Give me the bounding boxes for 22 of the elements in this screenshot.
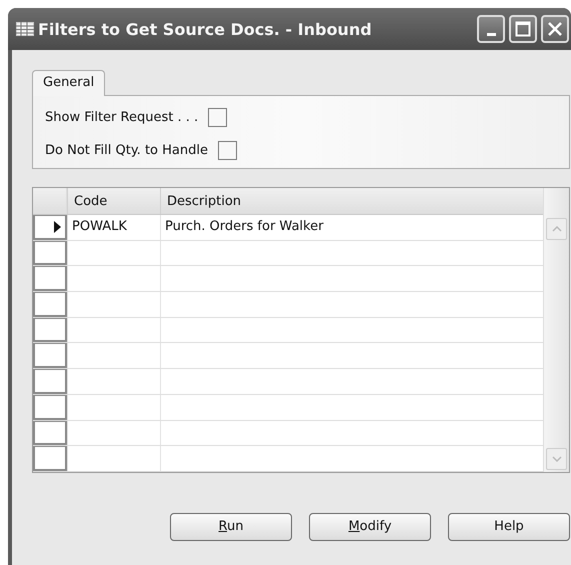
maximize-button[interactable] bbox=[509, 15, 537, 43]
column-header[interactable]: Code bbox=[67, 188, 160, 214]
maximize-icon bbox=[515, 21, 531, 37]
window-title: Filters to Get Source Docs. - Inbound bbox=[38, 20, 373, 38]
down-chevron-icon bbox=[552, 456, 562, 462]
dialog-button[interactable]: Run bbox=[170, 512, 292, 541]
table-icon bbox=[16, 22, 34, 36]
up-chevron-icon bbox=[552, 226, 562, 232]
tab[interactable]: General bbox=[32, 70, 106, 96]
close-icon bbox=[547, 21, 563, 37]
field-label: Show Filter Request . . . bbox=[45, 110, 198, 125]
table-cell: POWALK bbox=[67, 215, 160, 240]
minimize-icon bbox=[486, 32, 496, 36]
checkbox[interactable] bbox=[218, 141, 237, 160]
current-row-icon bbox=[54, 220, 61, 233]
row-selector[interactable] bbox=[33, 215, 67, 240]
dialog-button[interactable]: Modify bbox=[309, 512, 431, 541]
dialog-button[interactable]: Help bbox=[448, 512, 570, 541]
checkbox[interactable] bbox=[208, 108, 228, 127]
minimize-button[interactable] bbox=[477, 15, 505, 43]
field-label: Do Not Fill Qty. to Handle bbox=[45, 143, 208, 158]
close-button[interactable] bbox=[541, 15, 569, 43]
